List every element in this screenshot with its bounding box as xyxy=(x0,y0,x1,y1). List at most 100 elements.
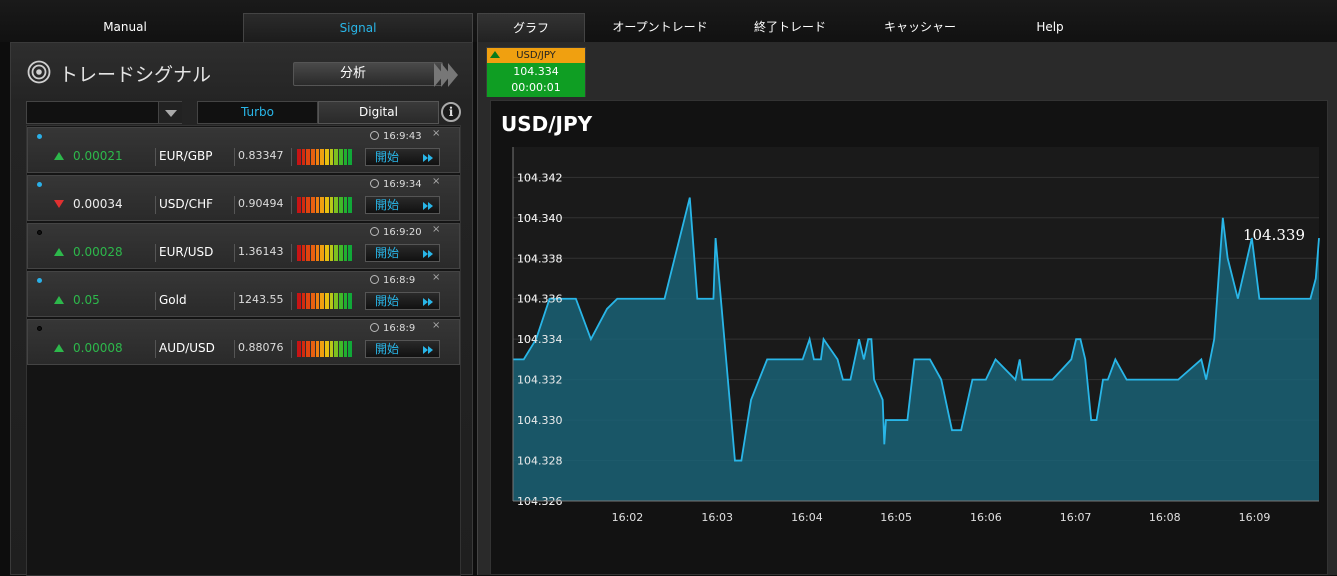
y-tick-label-overlay: 104.340 xyxy=(517,212,563,225)
strength-meter xyxy=(297,293,353,309)
start-button[interactable]: 開始 xyxy=(365,292,440,310)
start-button[interactable]: 開始 xyxy=(365,244,440,262)
signal-row: 16:9:43 × 0.00021 EUR/GBP 0.83347 開始 xyxy=(27,127,460,173)
signal-symbol: Gold xyxy=(159,293,187,307)
x-tick-label: 16:05 xyxy=(880,511,912,524)
divider xyxy=(155,292,156,310)
x-tick-label: 16:09 xyxy=(1239,511,1271,524)
chevrons-right-icon xyxy=(434,63,458,87)
asset-filter-dropdown[interactable] xyxy=(26,101,182,124)
status-dot xyxy=(37,182,42,187)
x-tick-label: 16:07 xyxy=(1060,511,1092,524)
signal-time: 16:8:9 xyxy=(370,323,415,334)
fast-forward-icon xyxy=(423,298,433,306)
nav-tab-cashier[interactable]: キャッシャー xyxy=(865,13,975,42)
nav-tab-signal[interactable]: Signal xyxy=(243,13,473,42)
tab-digital[interactable]: Digital xyxy=(318,101,439,124)
clock-icon xyxy=(370,179,379,188)
close-icon[interactable]: × xyxy=(432,224,440,235)
nav-tab-closed-trades[interactable]: 終了トレード xyxy=(735,13,845,42)
clock-icon xyxy=(370,227,379,236)
signal-list: 16:9:43 × 0.00021 EUR/GBP 0.83347 開始 16:… xyxy=(26,125,461,576)
signal-row: 16:9:20 × 0.00028 EUR/USD 1.36143 開始 xyxy=(27,223,460,269)
divider xyxy=(234,148,235,166)
arrow-up-icon xyxy=(54,152,64,160)
divider xyxy=(234,340,235,358)
ticker-card[interactable]: USD/JPY 104.334 00:00:01 xyxy=(486,47,586,97)
y-tick-label-overlay: 104.334 xyxy=(517,333,563,346)
y-tick-label-overlay: 104.338 xyxy=(517,252,563,265)
info-icon[interactable]: i xyxy=(441,102,461,122)
divider xyxy=(155,244,156,262)
fast-forward-icon xyxy=(423,202,433,210)
divider xyxy=(155,196,156,214)
nav-tab-manual[interactable]: Manual xyxy=(60,13,190,42)
divider xyxy=(291,340,292,358)
signal-logo-icon xyxy=(27,60,51,84)
ticker-timer: 00:00:01 xyxy=(511,81,561,94)
signal-time: 16:8:9 xyxy=(370,275,415,286)
signal-symbol: USD/CHF xyxy=(159,197,213,211)
strength-meter xyxy=(297,245,353,261)
clock-icon xyxy=(370,131,379,140)
panel-title: トレードシグナル xyxy=(59,64,212,86)
close-icon[interactable]: × xyxy=(432,272,440,283)
divider xyxy=(155,148,156,166)
price-chart: USD/JPY 104.342 104.340 104.338 104.336 104.… xyxy=(490,100,1328,575)
y-tick-label-overlay: 104.342 xyxy=(517,171,563,184)
start-button[interactable]: 開始 xyxy=(365,196,440,214)
status-dot xyxy=(37,230,42,235)
x-tick-label: 16:04 xyxy=(791,511,823,524)
nav-tab-help[interactable]: Help xyxy=(1010,13,1090,42)
status-dot xyxy=(37,278,42,283)
close-icon[interactable]: × xyxy=(432,128,440,139)
start-button[interactable]: 開始 xyxy=(365,340,440,358)
analyze-label: 分析 xyxy=(339,66,366,81)
signal-symbol: AUD/USD xyxy=(159,341,215,355)
arrow-down-icon xyxy=(54,200,64,208)
strength-meter xyxy=(297,197,353,213)
chart-canvas: 104.342 104.340 104.338 104.336 104.334 104.3… xyxy=(512,147,1320,524)
status-dot xyxy=(37,326,42,331)
signal-row: 16:9:34 × 0.00034 USD/CHF 0.90494 開始 xyxy=(27,175,460,221)
signal-panel: トレードシグナル 分析 Turbo Digital i 16:9:43 × 0.… xyxy=(10,42,473,576)
signal-time-text: 16:8:9 xyxy=(383,275,416,286)
close-icon[interactable]: × xyxy=(432,320,440,331)
divider xyxy=(291,292,292,310)
tab-turbo[interactable]: Turbo xyxy=(197,101,318,124)
divider xyxy=(234,244,235,262)
arrow-up-icon xyxy=(54,344,64,352)
signal-symbol: EUR/GBP xyxy=(159,149,213,163)
start-label: 開始 xyxy=(375,342,400,356)
x-tick-label: 16:06 xyxy=(970,511,1002,524)
strength-meter xyxy=(297,341,353,357)
divider xyxy=(155,340,156,358)
signal-time: 16:9:20 xyxy=(370,227,422,238)
ticker-symbol: USD/JPY xyxy=(516,50,556,61)
signal-change: 0.05 xyxy=(73,293,100,307)
y-tick-label-overlay: 104.332 xyxy=(517,374,563,387)
arrow-up-icon xyxy=(490,51,500,58)
signal-time-text: 16:9:34 xyxy=(383,179,422,190)
signal-change: 0.00021 xyxy=(73,149,123,163)
dropdown-toggle[interactable] xyxy=(158,102,182,123)
ticker-body: 104.334 00:00:01 xyxy=(487,63,585,97)
signal-change: 0.00028 xyxy=(73,245,123,259)
analyze-button[interactable]: 分析 xyxy=(293,62,458,87)
chevron-down-icon xyxy=(165,110,177,117)
signal-symbol: EUR/USD xyxy=(159,245,214,259)
clock-icon xyxy=(370,275,379,284)
nav-tab-open-trades[interactable]: オープントレード xyxy=(600,13,720,42)
start-button[interactable]: 開始 xyxy=(365,148,440,166)
signal-change: 0.00034 xyxy=(73,197,123,211)
signal-time: 16:9:43 xyxy=(370,131,422,142)
nav-tab-graph[interactable]: グラフ xyxy=(477,13,585,42)
strength-meter xyxy=(297,149,353,165)
fast-forward-icon xyxy=(423,154,433,162)
signal-price: 0.90494 xyxy=(238,197,284,210)
signal-price: 0.88076 xyxy=(238,341,284,354)
divider xyxy=(291,244,292,262)
x-tick-label: 16:02 xyxy=(612,511,644,524)
close-icon[interactable]: × xyxy=(432,176,440,187)
x-tick-label: 16:08 xyxy=(1149,511,1181,524)
